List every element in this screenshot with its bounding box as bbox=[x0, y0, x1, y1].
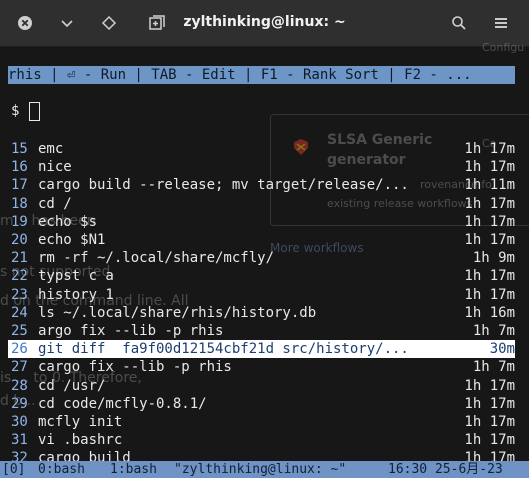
history-row-selected[interactable]: 26 git diff fa9f00d12154cbf21d src/histor… bbox=[8, 340, 515, 359]
history-number: 28 bbox=[11, 377, 28, 394]
hamburger-menu-icon[interactable] bbox=[487, 9, 515, 37]
history-number: 29 bbox=[11, 395, 28, 412]
history-row[interactable]: 31 vi .bashrc 1h 17m bbox=[0, 431, 529, 449]
history-age: 1h 17m bbox=[464, 141, 515, 157]
history-number: 21 bbox=[11, 250, 28, 267]
history-row[interactable]: 24 ls ~/.local/share/rhis/history.db 1h 16… bbox=[0, 304, 529, 322]
tmux-clock: 16:30 25-6月-23 bbox=[388, 462, 503, 477]
history-age: 1h 17m bbox=[464, 232, 515, 248]
history-command: rm -rf ~/.local/share/mcfly/ bbox=[38, 250, 275, 267]
tmux-status-bar: [0] 0:bash 1:bash "zylthinking@linux: ~"… bbox=[0, 461, 529, 478]
history-row[interactable]: 27 cargo fix --lib -p rhis 1h 7m bbox=[0, 358, 529, 376]
history-row[interactable]: 19 echo $s 1h 17m bbox=[0, 213, 529, 231]
tmux-session: [0] bbox=[2, 462, 26, 477]
history-command: cargo build --release; mv target/release… bbox=[38, 177, 409, 194]
history-age: 1h 7m bbox=[472, 359, 515, 376]
history-age: 1h 7m bbox=[472, 323, 515, 339]
history-row[interactable]: 25 argo fix --lib -p rhis 1h 7m bbox=[0, 322, 529, 340]
history-command: cargo fix --lib -p rhis bbox=[38, 359, 232, 376]
history-command: history 1 bbox=[38, 286, 114, 303]
history-command: typst c a bbox=[38, 268, 114, 285]
history-command: echo $s bbox=[38, 213, 98, 230]
terminal-window: zylthinking@linux: ~ SLSA Generic genera… bbox=[0, 0, 529, 478]
history-number: 18 bbox=[11, 195, 28, 212]
history-number: 26 bbox=[11, 341, 28, 358]
history-age: 1h 17m bbox=[464, 432, 515, 449]
history-command: nice bbox=[38, 159, 72, 176]
history-number: 30 bbox=[11, 414, 28, 430]
history-row[interactable]: 15 emc 1h 17m bbox=[0, 140, 529, 158]
history-command: emc bbox=[38, 141, 64, 157]
history-number: 22 bbox=[11, 268, 28, 285]
history-command: git diff fa9f00d12154cbf21d src/history/… bbox=[38, 341, 409, 358]
history-command: ls ~/.local/share/rhis/history.db bbox=[38, 304, 317, 321]
history-age: 1h 9m bbox=[472, 250, 515, 267]
history-row[interactable]: 16 nice 1h 17m bbox=[0, 158, 529, 176]
history-row[interactable]: 20 echo $N1 1h 17m bbox=[0, 231, 529, 249]
history-number: 17 bbox=[11, 177, 28, 194]
history-command: cd /usr/ bbox=[38, 377, 106, 394]
history-age: 1h 17m bbox=[464, 395, 515, 412]
history-command: echo $N1 bbox=[38, 232, 106, 248]
tmux-window-0[interactable]: 0:bash bbox=[38, 461, 85, 478]
history-number: 25 bbox=[11, 323, 28, 339]
history-age: 1h 17m bbox=[464, 268, 515, 285]
history-age: 30m bbox=[489, 341, 515, 358]
history-age: 1h 16m bbox=[464, 304, 515, 321]
shell-prompt: $ bbox=[11, 103, 20, 119]
history-age: 1h 17m bbox=[464, 213, 515, 230]
history-command: vi .bashrc bbox=[38, 432, 123, 449]
history-row[interactable]: 22 typst c a 1h 17m bbox=[0, 267, 529, 285]
history-number: 15 bbox=[11, 141, 28, 157]
history-number: 19 bbox=[11, 213, 28, 230]
tmux-host: "zylthinking@linux: ~" bbox=[174, 462, 347, 477]
history-age: 1h 11m bbox=[464, 177, 515, 194]
history-row[interactable]: 18 cd / 1h 17m bbox=[0, 195, 529, 213]
history-row[interactable]: 21 rm -rf ~/.local/share/mcfly/1h 9m bbox=[0, 249, 529, 267]
history-age: 1h 17m bbox=[464, 286, 515, 303]
title-bar: zylthinking@linux: ~ bbox=[0, 0, 529, 47]
history-number: 31 bbox=[11, 432, 28, 449]
history-age: 1h 17m bbox=[464, 377, 515, 394]
history-command: mcfly init bbox=[38, 414, 123, 430]
history-row[interactable]: 28 cd /usr/1h 17m bbox=[0, 377, 529, 395]
tmux-window-1[interactable]: 1:bash bbox=[110, 461, 157, 478]
history-command: argo fix --lib -p rhis bbox=[38, 323, 224, 339]
history-row[interactable]: 30 mcfly init 1h 17m bbox=[0, 413, 529, 431]
history-age: 1h 17m bbox=[464, 414, 515, 430]
history-number: 24 bbox=[11, 304, 28, 321]
history-row[interactable]: 23 history 1 1h 17m bbox=[0, 286, 529, 304]
history-number: 23 bbox=[11, 286, 28, 303]
history-command: cd code/mcfly-0.8.1/ bbox=[38, 395, 207, 412]
history-number: 16 bbox=[11, 159, 28, 176]
history-age: 1h 17m bbox=[464, 195, 515, 212]
search-icon[interactable] bbox=[445, 9, 473, 37]
history-command: cd / bbox=[38, 195, 72, 212]
history-number: 27 bbox=[11, 359, 28, 376]
rhis-key-hints-bar: rhis | ⏎ - Run | TAB - Edit | F1 - Rank … bbox=[8, 66, 515, 84]
text-cursor[interactable] bbox=[29, 102, 40, 121]
history-number: 20 bbox=[11, 232, 28, 248]
history-row[interactable]: 29 cd code/mcfly-0.8.1/1h 17m bbox=[0, 395, 529, 413]
history-row[interactable]: 17 cargo build --release; mv target/relea… bbox=[0, 176, 529, 194]
background-text: Configu bbox=[482, 41, 525, 54]
history-age: 1h 17m bbox=[464, 159, 515, 176]
